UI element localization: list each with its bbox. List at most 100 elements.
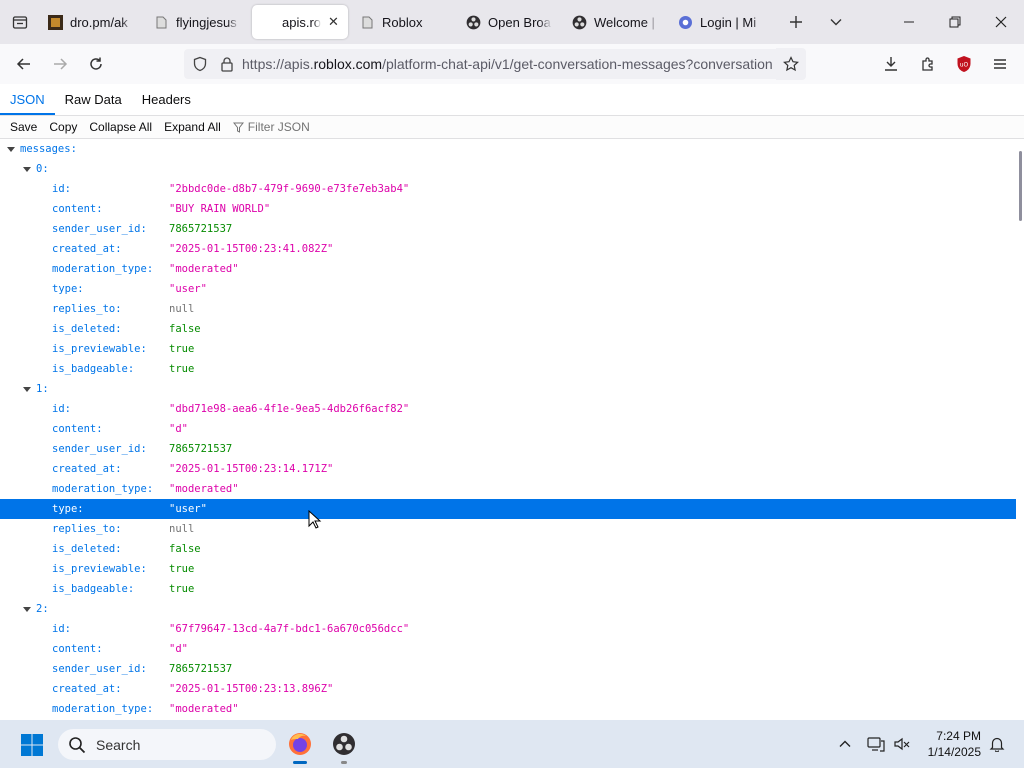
scrollbar-thumb[interactable] xyxy=(1019,151,1022,221)
json-field-row[interactable]: moderation_type: "moderated" xyxy=(0,479,1016,499)
json-key: sender_user_id: xyxy=(52,443,147,455)
restore-button[interactable] xyxy=(932,0,978,44)
taskbar-obs[interactable] xyxy=(328,728,360,764)
page-icon xyxy=(154,15,169,30)
json-field-row[interactable]: is_badgeable: true xyxy=(0,359,1016,379)
json-message-row[interactable]: 1: xyxy=(0,379,1016,399)
viewer-tab-raw-data[interactable]: Raw Data xyxy=(55,84,132,115)
ublock-origin-icon: uO xyxy=(957,56,971,72)
json-root-row[interactable]: messages: xyxy=(0,139,1016,159)
collapse-all-button[interactable]: Collapse All xyxy=(83,120,158,134)
json-field-row[interactable]: sender_user_id: 7865721537 xyxy=(0,659,1016,679)
json-field-row[interactable]: content: "d" xyxy=(0,419,1016,439)
json-field-row[interactable]: is_previewable: true xyxy=(0,559,1016,579)
bookmark-button[interactable] xyxy=(776,48,806,80)
minimize-button[interactable] xyxy=(886,0,932,44)
expand-twisty-icon[interactable] xyxy=(23,607,31,612)
json-field-row[interactable]: created_at: "2025-01-15T00:23:14.171Z" xyxy=(0,459,1016,479)
tab-2[interactable]: apis.roblox ✕ xyxy=(252,5,348,39)
taskbar: Search 7:24 PM 1/14/2025 xyxy=(0,720,1024,768)
volume-status[interactable] xyxy=(890,720,914,768)
json-field-row[interactable]: id: "2bbdc0de-d8b7-479f-9690-e73fe7eb3ab4… xyxy=(0,179,1016,199)
json-field-row[interactable]: content: "BUY RAIN WORLD" xyxy=(0,199,1016,219)
json-key: created_at: xyxy=(52,683,122,695)
tab-4[interactable]: Open Broa xyxy=(458,5,560,39)
copy-button[interactable]: Copy xyxy=(43,120,83,134)
json-field-row[interactable]: moderation_type: "moderated" xyxy=(0,699,1016,719)
reload-button[interactable] xyxy=(78,48,114,80)
network-status[interactable] xyxy=(864,720,888,768)
show-hidden-icons-button[interactable] xyxy=(834,720,856,768)
new-tab-button[interactable] xyxy=(776,0,816,44)
json-message-row[interactable]: 0: xyxy=(0,159,1016,179)
bell-icon xyxy=(989,737,1005,752)
clock[interactable]: 7:24 PM 1/14/2025 xyxy=(928,728,981,760)
star-icon xyxy=(783,56,799,72)
tab-label: Roblox xyxy=(382,14,423,30)
json-field-row[interactable]: type: "user" xyxy=(0,499,1016,519)
filter-json-input[interactable]: Filter JSON xyxy=(232,120,310,134)
firefox-view-button[interactable] xyxy=(0,0,40,44)
extensions-button[interactable] xyxy=(910,48,946,80)
expand-twisty-icon[interactable] xyxy=(23,167,31,172)
json-field-row[interactable]: id: "67f79647-13cd-4a7f-bdc1-6a670c056dcc… xyxy=(0,619,1016,639)
windows-logo-icon xyxy=(21,734,43,756)
json-message-row[interactable]: 2: xyxy=(0,599,1016,619)
json-key: is_deleted: xyxy=(52,323,122,335)
save-button[interactable]: Save xyxy=(4,120,43,134)
tab-5[interactable]: Welcome | xyxy=(564,5,666,39)
json-value: 7865721537 xyxy=(169,663,233,675)
close-tab-icon[interactable]: ✕ xyxy=(328,14,340,30)
url-text[interactable]: https://apis.roblox.com/platform-chat-ap… xyxy=(242,56,806,72)
ublock-button[interactable]: uO xyxy=(946,48,982,80)
json-field-row[interactable]: replies_to: null xyxy=(0,299,1016,319)
expand-twisty-icon[interactable] xyxy=(23,387,31,392)
json-field-row[interactable]: is_deleted: false xyxy=(0,539,1016,559)
json-field-row[interactable]: is_badgeable: true xyxy=(0,579,1016,599)
json-field-row[interactable]: id: "dbd71e98-aea6-4f1e-9ea5-4db26f6acf82… xyxy=(0,399,1016,419)
forward-button[interactable] xyxy=(42,48,78,80)
json-field-row[interactable]: content: "d" xyxy=(0,639,1016,659)
scrollbar[interactable] xyxy=(1016,139,1024,720)
json-value: "user" xyxy=(169,283,207,295)
tab-3[interactable]: Roblox xyxy=(352,5,454,39)
close-window-button[interactable] xyxy=(978,0,1024,44)
json-field-row[interactable]: moderation_type: "moderated" xyxy=(0,259,1016,279)
taskbar-firefox[interactable] xyxy=(284,728,316,764)
expand-twisty-icon[interactable] xyxy=(7,147,15,152)
json-field-row[interactable]: created_at: "2025-01-15T00:23:41.082Z" xyxy=(0,239,1016,259)
json-value: 7865721537 xyxy=(169,223,233,235)
json-field-row[interactable]: type: "user" xyxy=(0,279,1016,299)
svg-text:uO: uO xyxy=(960,62,969,69)
back-button[interactable] xyxy=(6,48,42,80)
tab-6[interactable]: Login | Mi xyxy=(670,5,772,39)
json-field-row[interactable]: sender_user_id: 7865721537 xyxy=(0,439,1016,459)
list-all-tabs-button[interactable] xyxy=(816,0,856,44)
downloads-button[interactable] xyxy=(873,48,909,80)
tracking-protection-icon[interactable] xyxy=(192,56,208,72)
taskbar-search[interactable]: Search xyxy=(58,729,276,760)
json-field-row[interactable]: sender_user_id: 7865721537 xyxy=(0,219,1016,239)
json-value: "2025-01-15T00:23:14.171Z" xyxy=(169,463,334,475)
expand-all-button[interactable]: Expand All xyxy=(158,120,227,134)
json-field-row[interactable]: created_at: "2025-01-15T00:23:13.896Z" xyxy=(0,679,1016,699)
address-bar[interactable]: https://apis.roblox.com/platform-chat-ap… xyxy=(184,49,806,79)
viewer-tab-json[interactable]: JSON xyxy=(0,84,55,115)
start-button[interactable] xyxy=(20,733,44,757)
json-key: sender_user_id: xyxy=(52,663,147,675)
tab-0[interactable]: dro.pm/ak xyxy=(40,5,142,39)
viewer-tab-headers[interactable]: Headers xyxy=(132,84,201,115)
json-value: "moderated" xyxy=(169,263,239,275)
filter-icon xyxy=(232,122,244,133)
json-field-row[interactable]: is_deleted: false xyxy=(0,319,1016,339)
tab-strip: dro.pm/ak flyingjesus apis.roblox ✕ Roblox Op… xyxy=(0,0,1024,44)
notifications-button[interactable] xyxy=(984,720,1010,768)
json-value: "2bbdc0de-d8b7-479f-9690-e73fe7eb3ab4" xyxy=(169,183,410,195)
app-menu-button[interactable] xyxy=(982,48,1018,80)
tab-1[interactable]: flyingjesus xyxy=(146,5,248,39)
json-value: true xyxy=(169,343,195,355)
json-field-row[interactable]: replies_to: null xyxy=(0,519,1016,539)
lock-icon[interactable] xyxy=(220,56,234,72)
json-key: 1: xyxy=(36,383,49,395)
json-field-row[interactable]: is_previewable: true xyxy=(0,339,1016,359)
